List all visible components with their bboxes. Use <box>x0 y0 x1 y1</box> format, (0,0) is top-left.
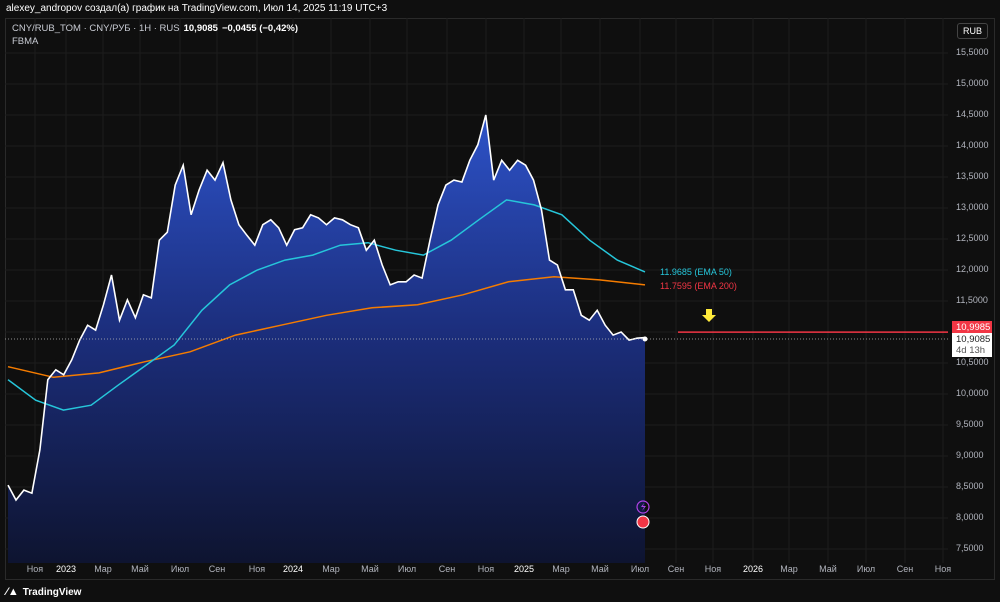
time-tick-label: Июл <box>630 564 650 574</box>
price-tick-label: 14,5000 <box>956 109 989 119</box>
price-tick-label: 13,5000 <box>956 171 989 181</box>
time-tick-label: Мар <box>552 564 570 574</box>
time-tick-label: Май <box>591 564 609 574</box>
time-tick-label: Сен <box>667 564 685 574</box>
price-tick-label: 12,5000 <box>956 233 989 243</box>
time-tick-label: Июл <box>170 564 190 574</box>
currency-button[interactable]: RUB <box>956 23 988 39</box>
symbol-name: CNY/RUB_TOM · CNY/РУБ · 1H · RUS <box>12 23 180 34</box>
time-tick-label: Сен <box>896 564 914 574</box>
price-tick-label: 7,5000 <box>956 543 984 553</box>
price-tick-label: 10,5000 <box>956 357 989 367</box>
time-tick-label: 2023 <box>55 564 77 574</box>
time-tick-label: Ноя <box>934 564 952 574</box>
price-tick-label: 9,5000 <box>956 419 984 429</box>
ema200-label: 11.7595 (EMA 200) <box>660 281 737 291</box>
price-tick-label: 8,0000 <box>956 512 984 522</box>
last-price-value: 10,9085 <box>956 334 991 345</box>
time-tick-label: 2024 <box>282 564 304 574</box>
brand-name: TradingView <box>22 586 82 598</box>
time-tick-label: Май <box>361 564 379 574</box>
time-tick-label: Июл <box>856 564 876 574</box>
price-tick-label: 15,5000 <box>956 47 989 57</box>
tradingview-logo-icon: ⁄▲ <box>6 586 19 598</box>
attribution-header: alexey_andropov создал(а) график на Trad… <box>0 0 1000 17</box>
time-tick-label: 2025 <box>513 564 535 574</box>
time-tick-label: Мар <box>94 564 112 574</box>
time-tick-label: Ноя <box>248 564 266 574</box>
time-tick-label: Сен <box>438 564 456 574</box>
time-tick-label: Ноя <box>704 564 722 574</box>
price-tick-label: 12,0000 <box>956 264 989 274</box>
price-tick-label: 8,5000 <box>956 481 984 491</box>
price-tick-label: 14,0000 <box>956 140 989 150</box>
time-tick-label: Мар <box>780 564 798 574</box>
down-arrow-icon <box>702 309 716 322</box>
time-tick-label: Ноя <box>26 564 44 574</box>
indicator-name[interactable]: FBMA <box>12 36 298 47</box>
price-chart[interactable] <box>5 18 995 580</box>
ema50-label: 11.9685 (EMA 50) <box>660 267 732 277</box>
last-price-tag: 10,9085 4d 13h <box>952 333 992 357</box>
price-tick-label: 11,5000 <box>956 295 988 305</box>
time-tick-label: Июл <box>397 564 417 574</box>
last-price-dot <box>642 336 648 342</box>
time-tick-label: Сен <box>208 564 226 574</box>
dividend-event-icon[interactable] <box>636 515 650 529</box>
bar-countdown: 4d 13h <box>956 345 986 356</box>
price-tick-label: 10,0000 <box>956 388 989 398</box>
footer: ⁄▲ TradingView <box>0 582 1000 602</box>
time-tick-label: Май <box>131 564 149 574</box>
time-tick-label: Ноя <box>477 564 495 574</box>
price-change: −0,0455 (−0,42%) <box>221 23 299 34</box>
price-tick-label: 13,0000 <box>956 202 989 212</box>
price-tick-label: 15,0000 <box>956 78 989 88</box>
time-tick-label: 2026 <box>742 564 764 574</box>
time-tick-label: Мар <box>322 564 340 574</box>
time-tick-label: Май <box>819 564 837 574</box>
price-tick-label: 9,0000 <box>956 450 984 460</box>
symbol-legend[interactable]: CNY/RUB_TOM · CNY/РУБ · 1H · RUS 10,9085−… <box>12 23 298 47</box>
last-price: 10,9085 <box>183 23 218 34</box>
